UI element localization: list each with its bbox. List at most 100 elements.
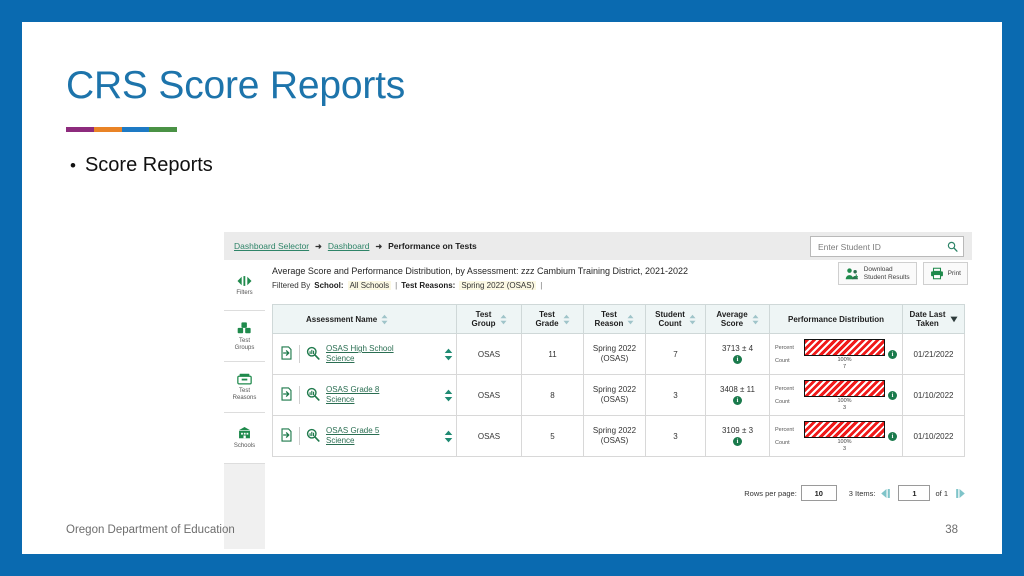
table-header-row: Assessment Name Test Group Test Grade Te… xyxy=(272,304,965,334)
info-icon[interactable]: i xyxy=(888,431,897,441)
printer-icon xyxy=(930,267,943,280)
cell-performance-distribution: Percent Count 100% 7 i xyxy=(769,333,903,375)
rail-item-schools[interactable]: Schools xyxy=(224,413,265,464)
breadcrumb-dashboard-selector[interactable]: Dashboard Selector xyxy=(234,241,309,251)
bullet-marker: • xyxy=(70,156,76,175)
previous-page-icon[interactable] xyxy=(880,488,893,499)
accent-segment-3 xyxy=(121,127,150,132)
sort-icon[interactable] xyxy=(689,314,696,325)
row-sort-icon[interactable] xyxy=(444,389,453,402)
open-report-icon[interactable] xyxy=(280,428,293,444)
accent-segment-4 xyxy=(149,127,177,132)
assessment-name-link[interactable]: OSAS Grade 5 Science xyxy=(326,426,438,446)
test-reasons-icon xyxy=(237,373,252,385)
cell-date-last-taken: 01/21/2022 xyxy=(902,333,965,375)
cell-date-last-taken: 01/10/2022 xyxy=(902,415,965,457)
rail-item-test-reasons[interactable]: Test Reasons xyxy=(224,362,265,413)
test-groups-icon xyxy=(237,321,251,333)
view-details-icon[interactable] xyxy=(306,346,320,362)
rail-item-filters[interactable]: Filters xyxy=(224,260,265,311)
items-count-label: 3 Items: xyxy=(848,488,876,498)
cell-assessment-name: OSAS Grade 8 Science xyxy=(272,374,457,416)
cell-student-count: 7 xyxy=(645,333,706,375)
slide: CRS Score Reports • Score Reports Dashbo… xyxy=(22,22,1002,554)
performance-count: 3 xyxy=(842,445,847,452)
column-header-test-grade[interactable]: Test Grade xyxy=(521,304,584,334)
column-label: Assessment Name xyxy=(306,314,378,324)
sort-icon[interactable] xyxy=(627,314,634,325)
page-number-input[interactable]: 1 xyxy=(898,485,931,501)
assessments-table: Assessment Name Test Group Test Grade Te… xyxy=(272,304,965,457)
assessment-name-link[interactable]: OSAS Grade 8 Science xyxy=(326,385,438,405)
cell-student-count: 3 xyxy=(645,415,706,457)
breadcrumb-dashboard[interactable]: Dashboard xyxy=(328,241,370,251)
open-report-icon[interactable] xyxy=(280,346,293,362)
rows-per-page: Rows per page: 10 xyxy=(744,485,837,501)
print-label: Print xyxy=(947,269,961,277)
search-input[interactable] xyxy=(816,237,942,256)
cell-test-group: OSAS xyxy=(456,415,522,457)
rail-label-filters: Filters xyxy=(236,289,253,296)
column-label: Student Count xyxy=(655,310,685,328)
column-header-date-last-taken[interactable]: Date Last Taken xyxy=(902,304,965,334)
column-header-average-score[interactable]: Average Score xyxy=(705,304,770,334)
rows-per-page-input[interactable]: 10 xyxy=(800,485,837,501)
info-icon[interactable]: i xyxy=(888,349,897,359)
column-header-performance-distribution: Performance Distribution xyxy=(769,304,903,334)
performance-percent: 100% xyxy=(837,438,852,445)
cell-divider xyxy=(299,427,300,445)
download-student-results-label: Download Student Results xyxy=(863,266,910,281)
open-report-icon[interactable] xyxy=(280,387,293,403)
info-icon[interactable]: i xyxy=(888,390,897,400)
cell-test-grade: 8 xyxy=(521,374,584,416)
sort-icon[interactable] xyxy=(500,314,507,325)
slide-page-number: 38 xyxy=(945,524,958,536)
performance-percent: 100% xyxy=(837,397,852,404)
cell-test-group: OSAS xyxy=(456,333,522,375)
slide-footer: Oregon Department of Education 38 xyxy=(66,524,958,536)
people-download-icon xyxy=(845,267,858,279)
cell-average-score: 3408 ± 11 i xyxy=(705,374,770,416)
rows-per-page-label: Rows per page: xyxy=(744,488,797,498)
info-icon[interactable]: i xyxy=(733,396,742,405)
print-button[interactable]: Print xyxy=(922,262,968,285)
table-footer: Rows per page: 10 3 Items: 1 of 1 xyxy=(744,485,966,501)
column-header-test-group[interactable]: Test Group xyxy=(456,304,522,334)
info-icon[interactable]: i xyxy=(733,437,742,446)
count-label: Count xyxy=(775,439,790,446)
cell-assessment-name: OSAS Grade 5 Science xyxy=(272,415,457,457)
column-header-assessment-name[interactable]: Assessment Name xyxy=(272,304,457,334)
pagination: 3 Items: 1 of 1 xyxy=(849,485,966,501)
performance-percent: 100% xyxy=(837,356,852,363)
rail-item-test-groups[interactable]: Test Groups xyxy=(224,311,265,362)
cell-test-reason: Spring 2022 (OSAS) xyxy=(583,374,646,416)
assessment-name-link[interactable]: OSAS High School Science xyxy=(326,344,438,364)
app-content: Average Score and Performance Distributi… xyxy=(265,260,972,501)
cell-divider xyxy=(299,386,300,404)
column-label: Date Last Taken xyxy=(909,310,946,328)
column-header-student-count[interactable]: Student Count xyxy=(645,304,706,334)
row-sort-icon[interactable] xyxy=(444,430,453,443)
sort-icon[interactable] xyxy=(381,314,388,325)
report-actions: Download Student Results Print xyxy=(837,262,968,285)
sort-icon[interactable] xyxy=(752,314,759,325)
cell-test-grade: 5 xyxy=(521,415,584,457)
next-page-icon[interactable] xyxy=(953,488,966,499)
accent-segment-1 xyxy=(66,127,94,132)
embedded-app-screenshot: Dashboard Selector ➜ Dashboard ➜ Perform… xyxy=(202,210,972,549)
sort-icon-active[interactable] xyxy=(949,315,958,323)
view-details-icon[interactable] xyxy=(306,428,320,444)
filters-icon xyxy=(237,275,252,286)
column-header-test-reason[interactable]: Test Reason xyxy=(583,304,646,334)
view-details-icon[interactable] xyxy=(306,387,320,403)
performance-count: 7 xyxy=(842,363,847,370)
column-label: Average Score xyxy=(716,310,748,328)
info-icon[interactable]: i xyxy=(733,355,742,364)
search-icon[interactable] xyxy=(941,238,963,255)
average-score-value: 3408 ± 11 xyxy=(720,385,755,394)
download-student-results-button[interactable]: Download Student Results xyxy=(837,262,917,285)
left-rail: Filters Test Groups Test Reasons Schools xyxy=(224,260,266,549)
row-sort-icon[interactable] xyxy=(444,348,453,361)
sort-icon[interactable] xyxy=(563,314,570,325)
breadcrumb-separator-icon: ➜ xyxy=(375,241,383,251)
